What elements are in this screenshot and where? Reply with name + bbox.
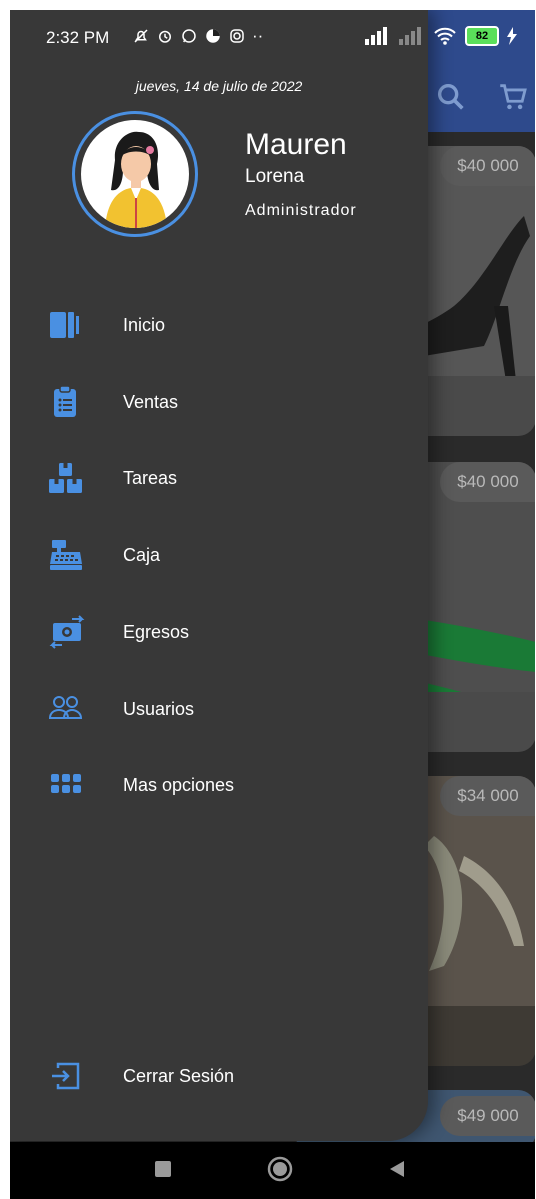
instagram-icon bbox=[230, 29, 244, 43]
signal-icon bbox=[365, 27, 387, 45]
menu-item-label: Caja bbox=[123, 545, 161, 565]
menu-item-label: Ventas bbox=[123, 392, 179, 412]
search-icon[interactable] bbox=[434, 80, 468, 114]
home-icon bbox=[48, 308, 84, 342]
logout-icon bbox=[48, 1059, 84, 1093]
alarm-icon bbox=[159, 30, 171, 43]
current-date: jueves, 14 de julio de 2022 bbox=[135, 78, 303, 94]
app-notification-icon bbox=[206, 29, 220, 43]
user-last-name: Lorena bbox=[245, 166, 305, 187]
clock: 2:32 PM bbox=[46, 28, 110, 47]
clipboard-list-icon bbox=[48, 385, 84, 419]
logout-label: Cerrar Sesión bbox=[123, 1066, 235, 1086]
avatar[interactable] bbox=[72, 111, 198, 237]
menu-item-label: Mas opciones bbox=[123, 775, 235, 795]
menu-item-label: Tareas bbox=[123, 468, 178, 488]
menu-item-egresos[interactable]: Egresos bbox=[10, 602, 428, 662]
notification-icons: ·· bbox=[132, 26, 263, 46]
menu-item-label: Egresos bbox=[123, 622, 190, 642]
user-role: Administrador bbox=[245, 202, 357, 219]
status-bar: 2:32 PM ·· 82 bbox=[10, 10, 535, 64]
app-screen: $40 000 $40 000 $34 000 $49 000 2:32 PM … bbox=[10, 10, 535, 1199]
system-icons: 82 bbox=[365, 26, 517, 46]
circle-icon bbox=[267, 1156, 293, 1182]
price-badge: $34 000 bbox=[440, 776, 535, 816]
signal-weak-icon bbox=[399, 27, 421, 45]
money-exchange-icon bbox=[48, 615, 85, 649]
user-avatar-icon bbox=[105, 131, 167, 228]
home-button[interactable] bbox=[267, 1156, 293, 1187]
charging-icon bbox=[507, 27, 517, 45]
grid-icon bbox=[48, 768, 84, 802]
square-icon bbox=[155, 1161, 171, 1177]
battery-icon: 82 bbox=[465, 26, 499, 46]
menu-item-label: Inicio bbox=[123, 315, 166, 335]
menu-item-tareas[interactable]: Tareas bbox=[10, 448, 428, 508]
more-notifications: ·· bbox=[252, 26, 264, 45]
bell-off-icon bbox=[134, 29, 148, 43]
cart-icon[interactable] bbox=[496, 80, 530, 114]
price-badge: $40 000 bbox=[440, 146, 535, 186]
menu-item-caja[interactable]: Caja bbox=[10, 525, 428, 585]
price-badge: $49 000 bbox=[440, 1096, 535, 1136]
logout-button[interactable]: Cerrar Sesión bbox=[10, 1046, 428, 1106]
boxes-icon bbox=[48, 461, 84, 495]
menu-item-mas-opciones[interactable]: Mas opciones bbox=[10, 755, 428, 815]
menu-item-label: Usuarios bbox=[123, 699, 195, 719]
price-badge: $40 000 bbox=[440, 462, 535, 502]
navigation-drawer: jueves, 14 de julio de 2022 Mauren Loren… bbox=[10, 10, 428, 1141]
recents-button[interactable] bbox=[154, 1160, 172, 1183]
back-button[interactable] bbox=[388, 1160, 406, 1183]
wifi-icon bbox=[434, 27, 456, 45]
users-icon bbox=[48, 692, 84, 726]
cash-register-icon bbox=[48, 538, 84, 572]
user-first-name: Mauren bbox=[245, 128, 347, 161]
menu-item-ventas[interactable]: Ventas bbox=[10, 372, 428, 432]
menu-item-inicio[interactable]: Inicio bbox=[10, 295, 428, 355]
whatsapp-icon bbox=[182, 29, 196, 43]
menu-item-usuarios[interactable]: Usuarios bbox=[10, 679, 428, 739]
system-nav-bar bbox=[10, 1142, 535, 1199]
triangle-back-icon bbox=[390, 1161, 404, 1177]
